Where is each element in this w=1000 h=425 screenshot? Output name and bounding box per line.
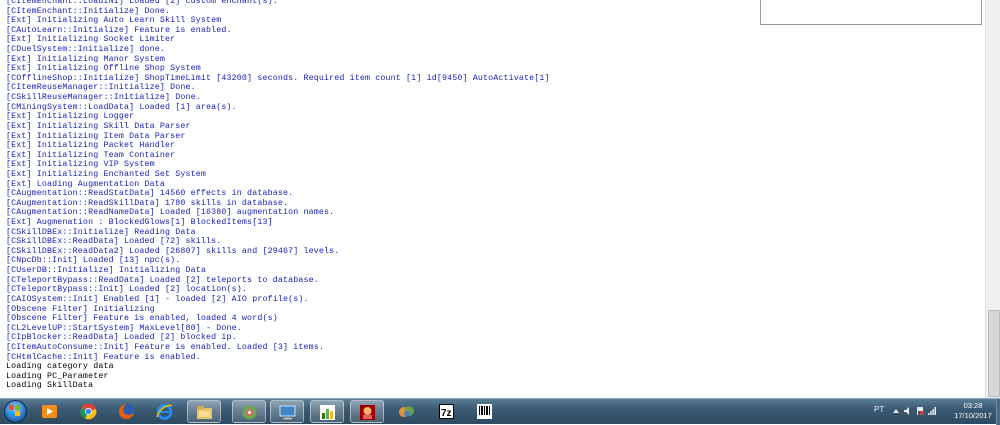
console-line: [CItemReuseManager::Initialize] Done. bbox=[6, 83, 196, 93]
scrollbar-thumb[interactable] bbox=[988, 310, 1000, 397]
volume-icon[interactable] bbox=[904, 407, 912, 415]
firefox-icon bbox=[118, 403, 135, 420]
console-line: [CTeleportBypass::ReadData] Loaded [2] t… bbox=[6, 275, 319, 285]
show-desktop-button[interactable] bbox=[996, 399, 1000, 425]
file-explorer-icon bbox=[197, 406, 212, 419]
taskbar-chart-app[interactable] bbox=[310, 400, 344, 423]
side-panel bbox=[760, 0, 982, 25]
console-log: [CItemEnchant::LoadINI] Loaded [2] custo… bbox=[6, 0, 550, 391]
game-launcher-icon bbox=[360, 405, 375, 420]
console-line: [Ext] Initializing Offline Shop System bbox=[6, 64, 201, 74]
console-line: [CItemEnchant::Initialize] Done. bbox=[6, 6, 171, 16]
console-line: [CAugmentation::ReadNameData] Loaded [16… bbox=[6, 208, 335, 218]
network-signal-icon[interactable] bbox=[928, 407, 936, 415]
console-line: [Obscene Filter] Feature is enabled, loa… bbox=[6, 314, 278, 324]
clock[interactable]: 03:28 17/10/2017 bbox=[950, 401, 996, 421]
taskbar-game-launcher[interactable] bbox=[350, 400, 384, 423]
taskbar-network-tool[interactable] bbox=[232, 400, 266, 423]
console-line: [CAugmentation::ReadSkillData] 1780 skil… bbox=[6, 198, 289, 208]
flag-alert-icon[interactable] bbox=[916, 407, 924, 415]
taskbar-chrome[interactable] bbox=[72, 400, 106, 423]
taskbar-remote-desktop[interactable] bbox=[270, 400, 304, 423]
console-line: [Ext] Initializing Manor System bbox=[6, 54, 165, 64]
media-player-icon bbox=[42, 405, 57, 418]
console-line: Loading PC_Parameter bbox=[6, 371, 109, 381]
console-line: [CAutoLearn::Initialize] Feature is enab… bbox=[6, 25, 232, 35]
clock-time: 03:28 bbox=[963, 401, 983, 410]
console-line: [Ext] Initializing Auto Learn Skill Syst… bbox=[6, 16, 222, 26]
language-indicator[interactable]: PT bbox=[874, 405, 884, 414]
console-line: [CAIOSystem::Init] Enabled [1] - loaded … bbox=[6, 294, 309, 304]
taskbar-messenger[interactable] bbox=[390, 400, 424, 423]
tray-expand-icon[interactable] bbox=[892, 407, 900, 415]
start-button[interactable] bbox=[0, 398, 30, 424]
barcode-app-icon bbox=[477, 404, 492, 419]
taskbar-7zip[interactable]: 7z bbox=[430, 400, 464, 423]
network-tool-icon bbox=[242, 405, 257, 420]
console-line: [CTeleportBypass::Init] Loaded [2] locat… bbox=[6, 285, 248, 295]
console-line: [Ext] Initializing Skill Data Parser bbox=[6, 121, 191, 131]
internet-explorer-icon bbox=[156, 404, 173, 420]
chart-app-icon bbox=[320, 405, 335, 420]
console-line: [Ext] Initializing Team Container bbox=[6, 150, 176, 160]
console-line: [CSkillReuseManager::Initialize] Done. bbox=[6, 93, 201, 103]
console-line: [CHtmlCache::Init] Feature is enabled. bbox=[6, 352, 201, 362]
taskbar-barcode-app[interactable] bbox=[468, 400, 502, 423]
taskbar-internet-explorer[interactable] bbox=[148, 400, 182, 423]
console-line: [Obscene Filter] Initializing bbox=[6, 304, 155, 314]
taskbar-file-explorer[interactable] bbox=[187, 400, 221, 423]
clock-date: 17/10/2017 bbox=[954, 411, 992, 420]
taskbar-media-player[interactable] bbox=[33, 400, 67, 423]
taskbar: 7z PT 03:28 17/10/2017 bbox=[0, 398, 1000, 425]
console-line: [CItemEnchant::LoadINI] Loaded [2] custo… bbox=[6, 0, 278, 6]
console-line: [CNpcDb::Init] Loaded [13] npc(s). bbox=[6, 256, 181, 266]
console-line: [CItemAutoConsume::Init] Feature is enab… bbox=[6, 342, 324, 352]
console-line: [CUserDB::Initialize] Initializing Data bbox=[6, 266, 207, 276]
console-line: [CSkillDBEx::ReadData2] Loaded [26807] s… bbox=[6, 246, 340, 256]
console-line: [CAugmentation::ReadStatData] 14560 effe… bbox=[6, 189, 294, 199]
console-line: Loading SkillData bbox=[6, 381, 94, 391]
console-line: [Ext] Initializing Packet Handler bbox=[6, 141, 176, 151]
console-line: [Ext] Initializing Socket Limiter bbox=[6, 35, 176, 45]
messenger-icon bbox=[399, 406, 414, 417]
windows-flag-icon bbox=[9, 405, 20, 416]
remote-desktop-icon bbox=[279, 405, 296, 420]
7zip-icon: 7z bbox=[439, 404, 454, 419]
svg-text:7z: 7z bbox=[441, 408, 452, 419]
console-line: [Ext] Augmenation : BlockedGlows[1] Bloc… bbox=[6, 218, 273, 228]
console-line: [CSkillDBEx::Initialize] Reading Data bbox=[6, 227, 196, 237]
console-line: [Ext] Initializing VIP System bbox=[6, 160, 155, 170]
console-window: [CItemEnchant::LoadINI] Loaded [2] custo… bbox=[0, 0, 985, 398]
console-line: [CMiningSystem::LoadData] Loaded [1] are… bbox=[6, 102, 237, 112]
chrome-icon bbox=[80, 403, 97, 420]
console-line: [CL2LevelUP::StartSystem] MaxLevel[80] -… bbox=[6, 323, 242, 333]
console-line: [Ext] Initializing Logger bbox=[6, 112, 135, 122]
taskbar-firefox[interactable] bbox=[110, 400, 144, 423]
console-line: [Ext] Initializing Enchanted Set System bbox=[6, 169, 207, 179]
console-line: [Ext] Initializing Item Data Parser bbox=[6, 131, 186, 141]
console-line: [CIpBlocker::ReadData] Loaded [2] blocke… bbox=[6, 333, 237, 343]
vertical-scrollbar[interactable] bbox=[985, 0, 1000, 398]
console-line: [CDuelSystem::Initialize] done. bbox=[6, 45, 165, 55]
console-line: [CSkillDBEx::ReadData] Loaded [72] skill… bbox=[6, 237, 222, 247]
console-line: [Ext] Loading Augmentation Data bbox=[6, 179, 165, 189]
console-line: Loading category data bbox=[6, 362, 114, 372]
